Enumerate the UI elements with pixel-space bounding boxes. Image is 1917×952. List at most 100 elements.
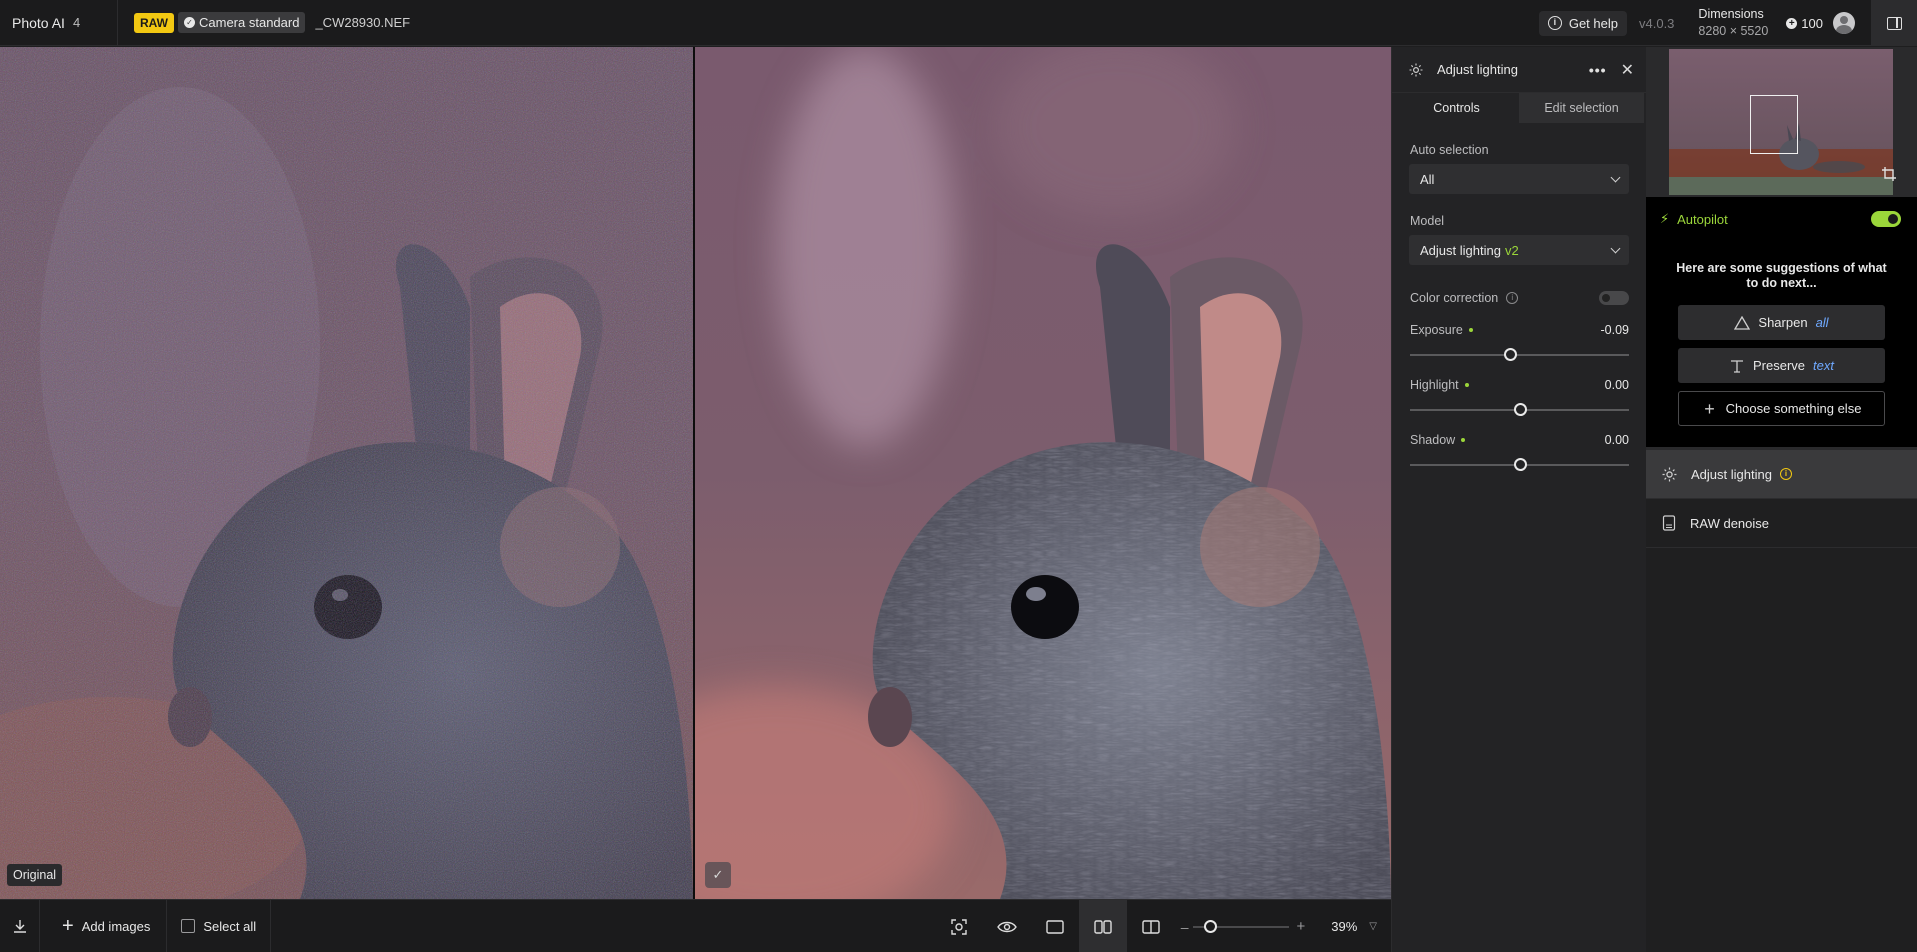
highlight-slider-row: Highlight 0.00: [1410, 378, 1629, 416]
modified-dot: [1464, 383, 1469, 387]
zoom-slider[interactable]: [1192, 919, 1289, 933]
navigator: [1646, 47, 1917, 197]
zoom-control: – +: [1181, 918, 1306, 935]
model-dropdown[interactable]: Adjust lighting v2: [1409, 235, 1629, 265]
file-name: _CW28930.NEF: [315, 15, 411, 30]
image-dimensions: Dimensions 8280 × 5520: [1698, 6, 1768, 40]
exposure-value[interactable]: -0.09: [1601, 323, 1630, 337]
select-all-checkbox[interactable]: Select all: [167, 899, 272, 952]
user-avatar[interactable]: [1833, 12, 1855, 34]
lightning-bolt-icon: ⚡: [1660, 211, 1670, 226]
highlight-slider[interactable]: [1410, 403, 1629, 416]
shadow-slider[interactable]: [1410, 458, 1629, 471]
original-rabbit-image: [0, 47, 693, 899]
right-panel: ⚡ Autopilot Here are some suggestions of…: [1646, 47, 1917, 952]
text-icon: [1729, 359, 1745, 373]
check-icon[interactable]: ✓: [705, 862, 731, 888]
raw-file-icon: [1662, 515, 1676, 531]
close-icon[interactable]: ✕: [1621, 60, 1634, 80]
auto-selection-label: Auto selection: [1410, 143, 1489, 157]
zoom-out-icon[interactable]: –: [1181, 919, 1189, 935]
sidebar-panel-icon: [1886, 16, 1902, 30]
split-view-icon: [1142, 919, 1160, 934]
step-raw-denoise[interactable]: RAW denoise: [1646, 499, 1917, 548]
choose-something-else-button[interactable]: + Choose something else: [1678, 391, 1885, 426]
suggestion-target: text: [1813, 358, 1834, 373]
file-badges: RAW ✓ Camera standard: [134, 12, 306, 33]
modified-dot: [1468, 328, 1473, 332]
exposure-slider-handle[interactable]: [1503, 348, 1517, 361]
raw-badge[interactable]: RAW: [134, 12, 174, 33]
color-correction-toggle[interactable]: [1599, 291, 1629, 305]
app-name: Photo AI: [12, 14, 65, 31]
chevron-down-icon[interactable]: ▽: [1369, 921, 1377, 932]
highlight-slider-handle[interactable]: [1513, 403, 1527, 416]
auto-selection-dropdown[interactable]: All: [1409, 164, 1629, 194]
step-adjust-lighting[interactable]: Adjust lighting i: [1646, 450, 1917, 499]
suggestion-target: all: [1815, 315, 1829, 330]
suggestion-verb: Sharpen: [1758, 315, 1808, 330]
toggle-panel-button[interactable]: [1871, 0, 1917, 46]
view-tools: – + 39% ▽: [935, 900, 1391, 952]
image-count: 4: [72, 15, 81, 30]
import-button[interactable]: [0, 899, 40, 952]
shadow-label: Shadow: [1410, 433, 1456, 447]
shadow-value[interactable]: 0.00: [1605, 433, 1629, 447]
original-image-pane[interactable]: Original: [0, 47, 693, 899]
split-view-button[interactable]: [1127, 900, 1175, 952]
app-version: v4.0.3: [1639, 15, 1675, 31]
plus-icon: +: [1704, 398, 1715, 419]
autopilot-label: Autopilot: [1677, 211, 1728, 227]
more-options-icon[interactable]: •••: [1589, 62, 1607, 78]
step-label: RAW denoise: [1690, 515, 1769, 531]
app-brand[interactable]: Photo AI 4: [0, 0, 118, 46]
shadow-slider-handle[interactable]: [1513, 458, 1527, 471]
image-canvas: Original ✓: [0, 47, 1391, 899]
sharpen-suggestion-button[interactable]: Sharpen all: [1678, 305, 1885, 340]
camera-profile-badge[interactable]: ✓ Camera standard: [178, 12, 306, 33]
processed-image-pane[interactable]: ✓: [695, 47, 1391, 899]
top-right-controls: i Get help v4.0.3 Dimensions 8280 × 5520…: [1538, 0, 1917, 46]
zoom-slider-handle[interactable]: [1203, 919, 1217, 933]
side-by-side-view-button[interactable]: [1078, 900, 1127, 952]
chevron-down-icon: [1610, 243, 1621, 253]
dimensions-label: Dimensions: [1698, 7, 1764, 21]
crop-button[interactable]: [1877, 163, 1901, 185]
exposure-slider[interactable]: [1410, 348, 1629, 361]
tab-edit-selection[interactable]: Edit selection: [1519, 93, 1644, 123]
photo-ai-app: Photo AI 4 RAW ✓ Camera standard _CW2893…: [0, 0, 1917, 952]
download-arrow-icon: [13, 920, 26, 933]
step-label: Adjust lighting: [1691, 466, 1772, 482]
model-value-wrap: Adjust lighting v2: [1420, 243, 1612, 258]
top-bar: Photo AI 4 RAW ✓ Camera standard _CW2893…: [0, 0, 1917, 46]
plus-coin-icon: +: [1786, 17, 1798, 29]
modified-dot: [1461, 438, 1466, 442]
sun-icon: [1409, 63, 1423, 76]
dimensions-value: 8280 × 5520: [1698, 24, 1769, 38]
tab-controls[interactable]: Controls: [1394, 93, 1519, 123]
zoom-level[interactable]: 39%: [1331, 919, 1357, 934]
single-view-button[interactable]: [1031, 900, 1079, 952]
color-correction-row: Color correction i: [1410, 291, 1629, 305]
get-help-button[interactable]: i Get help: [1538, 10, 1627, 36]
suggestion-message: Here are some suggestions of what to do …: [1676, 261, 1887, 290]
focus-frame-button[interactable]: [935, 900, 983, 952]
navigator-viewport-frame[interactable]: [1750, 95, 1798, 154]
add-images-button[interactable]: + Add images: [40, 899, 168, 952]
zoom-in-icon[interactable]: +: [1297, 918, 1306, 935]
highlight-label: Highlight: [1410, 378, 1459, 392]
autopilot-header: ⚡ Autopilot: [1646, 197, 1917, 241]
add-images-label: Add images: [81, 918, 151, 934]
preview-button[interactable]: [983, 900, 1031, 952]
info-icon: i: [1547, 16, 1562, 30]
highlight-value[interactable]: 0.00: [1605, 378, 1629, 392]
adjust-lighting-panel: Adjust lighting ••• ✕ Controls Edit sele…: [1391, 47, 1646, 952]
autopilot-toggle[interactable]: [1871, 211, 1901, 227]
preserve-suggestion-button[interactable]: Preserve text: [1678, 348, 1885, 383]
credits-counter[interactable]: + 100: [1786, 16, 1823, 31]
model-label: Model: [1410, 214, 1445, 228]
info-icon[interactable]: i: [1506, 292, 1519, 304]
choose-else-label: Choose something else: [1725, 401, 1862, 416]
warning-info-icon[interactable]: i: [1779, 468, 1792, 480]
exposure-label: Exposure: [1410, 323, 1463, 337]
